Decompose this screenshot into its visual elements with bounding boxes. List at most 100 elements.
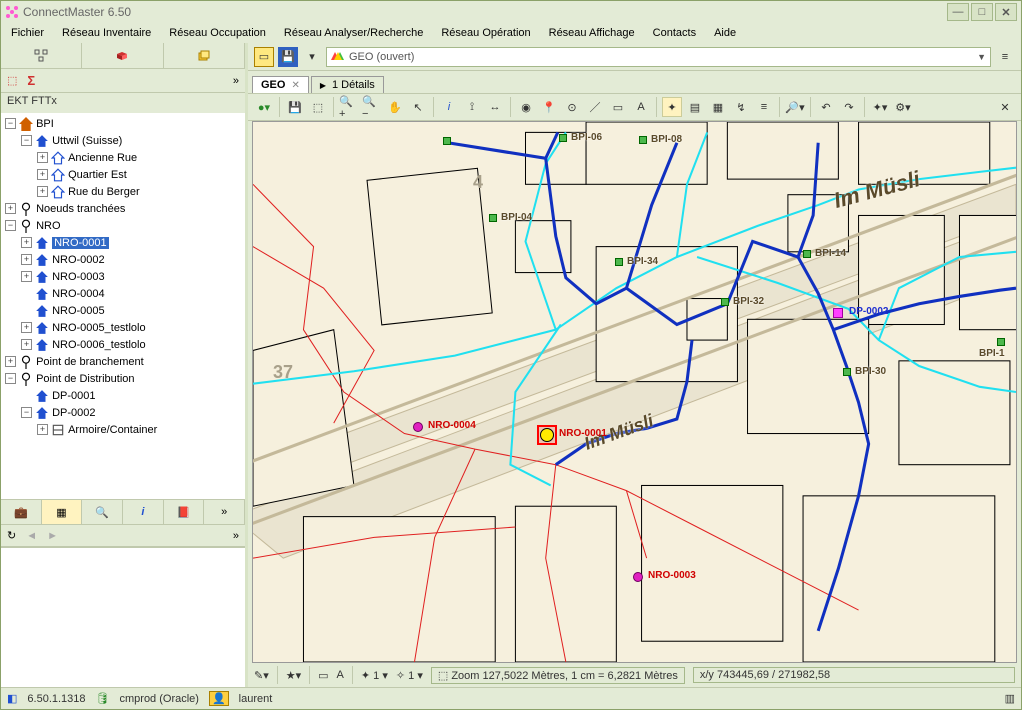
extent-icon[interactable]: ⬚	[308, 97, 328, 117]
left-tb-layer-icon[interactable]	[164, 43, 245, 68]
st-snap2-icon[interactable]: ✧ 1 ▾	[396, 669, 423, 682]
st-draw-icon[interactable]: ✎▾	[254, 669, 269, 682]
left-tb-brick-icon[interactable]	[82, 43, 163, 68]
node-nro-0003[interactable]	[633, 572, 643, 582]
tab-briefcase-icon[interactable]: 💼	[1, 500, 42, 524]
tree-item-rue-du-berger[interactable]: + Rue du Berger	[1, 183, 245, 200]
collapse-inspector-icon[interactable]: »	[233, 530, 239, 542]
left-tb-tree-icon[interactable]	[1, 43, 82, 68]
tab-expand-icon[interactable]: »	[204, 500, 245, 524]
layers-icon[interactable]: ▤	[685, 97, 705, 117]
maximize-button[interactable]: □	[971, 3, 993, 21]
ruler-icon[interactable]: ↔	[485, 97, 505, 117]
back-icon[interactable]: ◄	[26, 530, 37, 542]
dropdown-arrow-icon[interactable]: ▼	[977, 52, 986, 62]
settings-dd-icon[interactable]: ⚙▾	[893, 97, 913, 117]
tree-item-nro[interactable]: − NRO	[1, 217, 245, 234]
expand-panel-icon[interactable]: »	[233, 75, 239, 87]
node-bpi-32[interactable]	[721, 298, 729, 306]
tree-item-nro-0006t[interactable]: + NRO-0006_testlolo	[1, 336, 245, 353]
tab-table-icon[interactable]: ▦	[42, 500, 83, 524]
tree-item-noeuds[interactable]: + Noeuds tranchées	[1, 200, 245, 217]
refresh-icon[interactable]: ↻	[7, 529, 16, 542]
tool-dd-icon[interactable]: ✦▾	[870, 97, 890, 117]
tree-item-nro-0001[interactable]: + NRO-0001	[1, 234, 245, 251]
node-nro-0001[interactable]	[540, 428, 554, 442]
save-doc-icon[interactable]: 💾	[278, 47, 298, 67]
node-bpi-06[interactable]	[559, 134, 567, 142]
doc-dropdown-arrow[interactable]: ▾	[302, 47, 322, 67]
tree-item-quartier-est[interactable]: + Quartier Est	[1, 166, 245, 183]
tree-item-ancienne-rue[interactable]: + Ancienne Rue	[1, 149, 245, 166]
tree-item-bpi[interactable]: − BPI	[1, 115, 245, 132]
node-bpi-30[interactable]	[843, 368, 851, 376]
pan-icon[interactable]: ✋	[385, 97, 405, 117]
tree-item-point-branchement[interactable]: + Point de branchement	[1, 353, 245, 370]
route-icon[interactable]: ≡	[754, 97, 774, 117]
snap-icon[interactable]: ✦	[662, 97, 682, 117]
st-star-icon[interactable]: ★▾	[286, 669, 301, 682]
text-tool-icon[interactable]: A	[631, 97, 651, 117]
tree-item-point-distribution[interactable]: − Point de Distribution	[1, 370, 245, 387]
sigma-icon[interactable]: Σ	[27, 73, 35, 88]
tree-item-uttwil[interactable]: − Uttwil (Suisse)	[1, 132, 245, 149]
save-icon[interactable]: 💾	[285, 97, 305, 117]
tree-item-dp-0001[interactable]: DP-0001	[1, 387, 245, 404]
grid-icon[interactable]: ▦	[708, 97, 728, 117]
menu-reseau-occupation[interactable]: Réseau Occupation	[169, 27, 266, 39]
menu-reseau-analyser[interactable]: Réseau Analyser/Recherche	[284, 27, 423, 39]
tab-warn-icon[interactable]: 📕	[164, 500, 205, 524]
node-bpi-34[interactable]	[615, 258, 623, 266]
menu-contacts[interactable]: Contacts	[653, 27, 696, 39]
tree-view[interactable]: − BPI − Uttwil (Suisse) + Ancienne Rue +…	[1, 113, 245, 499]
tab-details[interactable]: ▶ 1 Détails	[311, 76, 384, 93]
node-bpi-08[interactable]	[639, 136, 647, 144]
tree-item-nro-0003[interactable]: + NRO-0003	[1, 268, 245, 285]
menu-reseau-affichage[interactable]: Réseau Affichage	[549, 27, 635, 39]
node-bpi-14[interactable]	[803, 250, 811, 258]
tree-item-armoire[interactable]: + Armoire/Container	[1, 421, 245, 438]
select-arrow-icon[interactable]: ↖	[408, 97, 428, 117]
globe-icon[interactable]: ●▾	[254, 97, 274, 117]
trace-icon[interactable]: ↯	[731, 97, 751, 117]
forward-icon[interactable]: ►	[47, 530, 58, 542]
status-right-icon[interactable]: ▥	[1005, 692, 1015, 705]
tree-item-nro-0002[interactable]: + NRO-0002	[1, 251, 245, 268]
close-button[interactable]: ✕	[995, 3, 1017, 21]
undo-icon[interactable]: ↶	[816, 97, 836, 117]
menu-fichier[interactable]: Fichier	[11, 27, 44, 39]
close-map-icon[interactable]: ✕	[995, 97, 1015, 117]
tree-item-nro-0005t[interactable]: + NRO-0005_testlolo	[1, 319, 245, 336]
st-text-icon[interactable]: A	[337, 669, 344, 681]
tab-geo-close-icon[interactable]: ✕	[291, 80, 299, 91]
tab-geo[interactable]: GEO ✕	[252, 76, 309, 93]
redo-icon[interactable]: ↷	[839, 97, 859, 117]
tree-item-nro-0004[interactable]: NRO-0004	[1, 285, 245, 302]
measure-icon[interactable]: ⟟	[462, 97, 482, 117]
st-rect-icon[interactable]: ▭	[318, 669, 328, 682]
tree-item-nro-0005[interactable]: NRO-0005	[1, 302, 245, 319]
menu-reseau-inventaire[interactable]: Réseau Inventaire	[62, 27, 151, 39]
tree-item-dp-0002[interactable]: − DP-0002	[1, 404, 245, 421]
node-tool-icon[interactable]: ⊙	[562, 97, 582, 117]
menu-aide[interactable]: Aide	[714, 27, 736, 39]
collapse-icon[interactable]: ⬚	[7, 74, 17, 87]
marker-icon[interactable]: ◉	[516, 97, 536, 117]
draw-line-icon[interactable]: ／	[585, 97, 605, 117]
node-green-top[interactable]	[443, 137, 451, 145]
tab-binoculars-icon[interactable]: 🔍	[82, 500, 123, 524]
document-dropdown[interactable]: GEO (ouvert) ▼	[326, 47, 991, 67]
node-bpi-04[interactable]	[489, 214, 497, 222]
menu-reseau-operation[interactable]: Réseau Opération	[441, 27, 530, 39]
tab-info-icon[interactable]: i	[123, 500, 164, 524]
node-bpi-1[interactable]	[997, 338, 1005, 346]
minimize-button[interactable]: —	[947, 3, 969, 21]
info-tool-icon[interactable]: i	[439, 97, 459, 117]
doc-gear-icon[interactable]: ≡	[995, 47, 1015, 67]
map-canvas[interactable]: 4 37 Im Müsli Im Müsli BPI-06 BPI-08 BPI…	[252, 121, 1017, 663]
zoom-in-icon[interactable]: 🔍+	[339, 97, 359, 117]
st-snap1-icon[interactable]: ✦ 1 ▾	[361, 669, 388, 682]
zoom-out-icon[interactable]: 🔍−	[362, 97, 382, 117]
node-dp-0002[interactable]	[833, 308, 843, 318]
draw-rect-icon[interactable]: ▭	[608, 97, 628, 117]
